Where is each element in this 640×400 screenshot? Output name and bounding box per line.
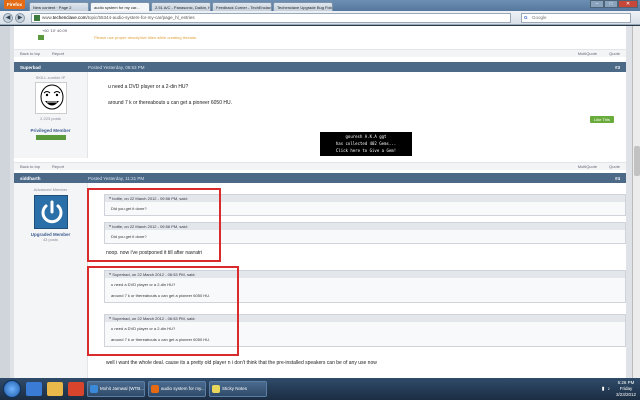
system-tray: ▮ ♪ 5:26 PM Friday 3/23/2012 (602, 378, 640, 400)
quote-button[interactable]: Quote (609, 164, 620, 169)
firefox-icon (151, 385, 159, 393)
left-gutter (0, 26, 10, 378)
post-date: Posted Yesterday, 06:53 PM (88, 64, 145, 70)
post-author[interactable]: siddharth (14, 176, 88, 181)
taskbar-item-active[interactable]: audio system for my... (148, 381, 206, 397)
back-arrow-icon[interactable]: ◀ (3, 12, 13, 23)
messenger-icon (90, 385, 98, 393)
rank-badge (35, 135, 66, 140)
post-number[interactable]: #4 (615, 176, 626, 181)
task-label: Mohit Jamwal (WTB... (100, 386, 145, 391)
task-label: Sticky Notes (222, 386, 248, 391)
browser-tab[interactable]: Feedback Corner - TechEnclave (212, 2, 273, 11)
avatar[interactable] (33, 195, 68, 229)
multiquote-button[interactable]: MultiQuote (578, 51, 597, 56)
post-date: Posted Yesterday, 11:21 PM (88, 175, 145, 181)
avatar[interactable] (34, 82, 67, 114)
signature-line: gouresh A.K.A ggt (345, 134, 387, 139)
window-controls: – □ ✕ (590, 0, 638, 8)
sticky-notes-icon (212, 385, 220, 393)
scrollbar-thumb[interactable] (634, 146, 640, 176)
folder-icon[interactable] (47, 382, 63, 396)
thread-title-hint: Please use proper descriptive titles whi… (94, 35, 198, 40)
network-icon[interactable]: ▮ (602, 386, 605, 392)
media-player-icon[interactable] (68, 382, 84, 396)
url-path: /topic/55344-audio-system-for-my-car/pag… (86, 14, 195, 20)
taskbar-item[interactable]: Mohit Jamwal (WTB... (87, 381, 145, 397)
firefox-menu-button[interactable]: Firefox (4, 0, 26, 9)
url-domain: techenclave.com (52, 14, 87, 20)
post-link-bar: Back to top Report MultiQuote Quote (14, 49, 626, 57)
highlight-box (87, 266, 239, 356)
like-button[interactable]: Like This (590, 116, 614, 123)
ie-icon[interactable] (26, 382, 42, 396)
user-post-count: 43 posts (42, 237, 59, 242)
user-rank: Privileged Member (30, 128, 71, 133)
user-info-panel: Advanced Member Upgraded Member 43 posts (14, 183, 88, 378)
signature-line: Click here to Give a Gem! (335, 148, 397, 153)
multiquote-button[interactable]: MultiQuote (578, 164, 597, 169)
post-message: u need a DVD player or a 2-din HU? (108, 84, 189, 90)
clock-date: 3/23/2012 (615, 392, 636, 397)
maximize-button[interactable]: □ (604, 0, 618, 8)
user-badge (38, 35, 44, 40)
navigation-bar: ◀ ▶ www.techenclave.com/topic/55344-audi… (0, 11, 640, 25)
back-to-top-link[interactable]: Back to top (20, 164, 40, 169)
taskbar-item[interactable]: Sticky Notes (209, 381, 267, 397)
forum-thread: +60 '10' 40.09 Please use proper descrip… (14, 26, 626, 378)
report-link[interactable]: Report (52, 51, 64, 56)
taskbar: Mohit Jamwal (WTB... audio system for my… (0, 378, 640, 400)
forward-arrow-icon[interactable]: ▶ (15, 12, 25, 23)
signature-banner[interactable]: gouresh A.K.A ggt has collected 402 Gems… (320, 132, 412, 156)
back-to-top-link[interactable]: Back to top (20, 51, 40, 56)
previous-user-posts: +60 '10' 40.09 (42, 28, 67, 33)
task-label: audio system for my... (161, 386, 205, 391)
post-author[interactable]: Superbad (14, 65, 88, 70)
power-icon (41, 200, 62, 224)
search-placeholder: Google (532, 14, 547, 20)
signature-line: has collected 402 Gems... (335, 141, 397, 146)
site-favicon-icon (34, 14, 40, 21)
url-prefix: www. (42, 14, 53, 20)
browser-tab-active[interactable]: audio system for my car... (90, 2, 151, 11)
volume-icon[interactable]: ♪ (607, 386, 610, 392)
browser-tab[interactable]: New content · Page 2 (29, 2, 90, 11)
minimize-button[interactable]: – (590, 0, 604, 8)
post-message: noop. now i've postponed it till after n… (106, 250, 203, 256)
browser-tab[interactable]: Techenclave Upgrade Bug Fixing Th... (273, 2, 334, 11)
post-header: Superbad Posted Yesterday, 06:53 PM #3 (14, 62, 626, 72)
close-window-button[interactable]: ✕ (618, 0, 638, 8)
post-message: around 7 k or thereabouts u can get a pi… (108, 100, 232, 106)
report-link[interactable]: Report (52, 164, 64, 169)
rage-face-icon (40, 84, 63, 110)
user-post-count: 2,223 posts (40, 116, 61, 121)
post-link-bar: Back to top Report MultiQuote Quote (14, 162, 626, 170)
user-title: SKILL zombie IP (35, 75, 66, 80)
start-button[interactable] (3, 380, 21, 398)
user-title: Advanced Member (33, 187, 68, 192)
post-message: well i want the whole deal. cause its a … (106, 360, 377, 366)
post-header: siddharth Posted Yesterday, 11:21 PM #4 (14, 173, 626, 183)
user-info-panel: SKILL zombie IP 2,223 posts Privileged M… (14, 72, 88, 158)
clock[interactable]: 5:26 PM Friday 3/23/2012 (616, 380, 636, 398)
tab-strip: Firefox New content · Page 2 audio syste… (0, 0, 640, 11)
google-icon: G (524, 14, 528, 20)
page-viewport: +60 '10' 40.09 Please use proper descrip… (0, 26, 640, 378)
quote-button[interactable]: Quote (609, 51, 620, 56)
search-input[interactable]: G Google (521, 12, 631, 23)
address-bar[interactable]: www.techenclave.com/topic/55344-audio-sy… (31, 12, 511, 23)
browser-tab[interactable]: 2.51 A/C - Panasonic, Daikin, Hitachi... (151, 2, 212, 11)
post-number[interactable]: #3 (615, 65, 626, 70)
page-scrollbar[interactable] (632, 26, 640, 378)
